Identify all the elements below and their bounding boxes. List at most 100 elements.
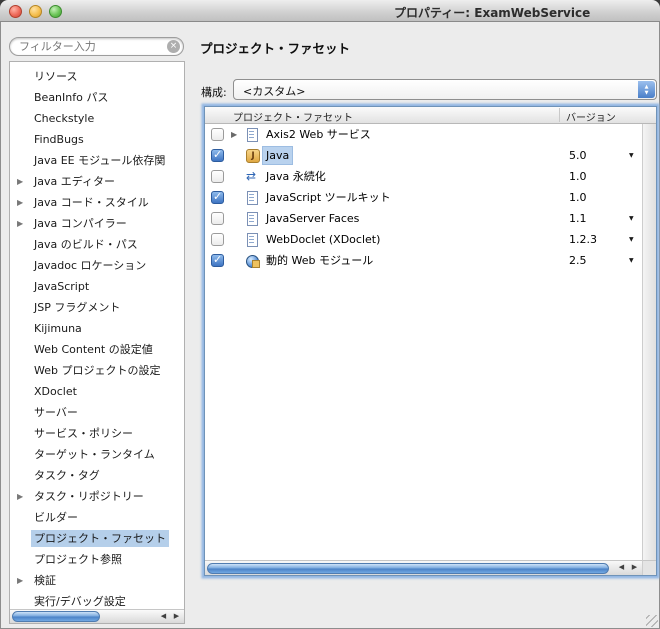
sidebar-item-java-editor[interactable]: Java エディター xyxy=(10,171,184,192)
scroll-left-arrow-icon[interactable] xyxy=(157,610,170,623)
sidebar-item-label: 実行/デバッグ設定 xyxy=(31,593,129,610)
sidebar-item-findbugs[interactable]: FindBugs xyxy=(10,129,184,150)
sidebar-item-label: Java EE モジュール依存関 xyxy=(31,152,168,169)
sidebar-item-jsp-fragment[interactable]: JSP フラグメント xyxy=(10,297,184,318)
sidebar-item-target-runtime[interactable]: ターゲット・ランタイム xyxy=(10,444,184,465)
sidebar-item-validation[interactable]: 検証 xyxy=(10,570,184,591)
facet-row-javascript[interactable]: JavaScript ツールキット 1.0 xyxy=(205,187,643,208)
sidebar-item-xdoclet[interactable]: XDoclet xyxy=(10,381,184,402)
facet-row-java[interactable]: Java 5.0 xyxy=(205,145,643,166)
sidebar-item-java-build-path[interactable]: Java のビルド・パス xyxy=(10,234,184,255)
facet-checkbox[interactable] xyxy=(211,233,224,246)
jpa-facet-icon xyxy=(246,170,259,183)
sidebar-item-resource[interactable]: リソース xyxy=(10,66,184,87)
facets-table: プロジェクト・ファセット バージョン Axis2 Web サービス Java 5… xyxy=(204,106,657,576)
facet-checkbox[interactable] xyxy=(211,170,224,183)
scroll-right-arrow-icon[interactable] xyxy=(628,561,641,574)
sidebar-item-java-compiler[interactable]: Java コンパイラー xyxy=(10,213,184,234)
sidebar-item-label: BeanInfo パス xyxy=(31,89,111,106)
facet-label: 動的 Web モジュール xyxy=(263,252,376,269)
axis2-facet-icon xyxy=(246,128,259,141)
sidebar-item-server[interactable]: サーバー xyxy=(10,402,184,423)
version-menu-arrow-icon[interactable] xyxy=(629,145,634,166)
sidebar-item-java-code-style[interactable]: Java コード・スタイル xyxy=(10,192,184,213)
facet-row-jsf[interactable]: JavaServer Faces 1.1 xyxy=(205,208,643,229)
scrollbar-thumb[interactable] xyxy=(207,563,609,574)
column-header-version[interactable]: バージョン xyxy=(566,109,616,124)
sidebar-item-project-facets[interactable]: プロジェクト・ファセット xyxy=(10,528,184,549)
facet-label: JavaServer Faces xyxy=(263,210,362,227)
sidebar-item-checkstyle[interactable]: Checkstyle xyxy=(10,108,184,129)
facet-row-axis2[interactable]: Axis2 Web サービス xyxy=(205,124,643,145)
sidebar-item-label: Java エディター xyxy=(31,173,118,190)
facet-label: WebDoclet (XDoclet) xyxy=(263,231,383,248)
scroll-right-arrow-icon[interactable] xyxy=(170,610,183,623)
disclosure-triangle-icon[interactable] xyxy=(17,192,23,213)
sidebar-item-project-references[interactable]: プロジェクト参照 xyxy=(10,549,184,570)
column-separator xyxy=(559,108,560,122)
sidebar-item-service-policy[interactable]: サービス・ポリシー xyxy=(10,423,184,444)
facet-version: 5.0 xyxy=(569,147,587,164)
facet-version: 1.2.3 xyxy=(569,231,597,248)
sidebar-item-web-content-settings[interactable]: Web Content の設定値 xyxy=(10,339,184,360)
facet-checkbox[interactable] xyxy=(211,212,224,225)
sidebar-item-label: Javadoc ロケーション xyxy=(31,257,149,274)
filter-field[interactable] xyxy=(9,37,184,56)
facet-checkbox[interactable] xyxy=(211,128,224,141)
disclosure-triangle-icon[interactable] xyxy=(17,171,23,192)
dynamic-web-module-facet-icon xyxy=(246,254,259,267)
sidebar-item-label: Java のビルド・パス xyxy=(31,236,141,253)
disclosure-triangle-icon[interactable] xyxy=(17,213,23,234)
scrollbar-thumb[interactable] xyxy=(12,611,100,622)
table-header: プロジェクト・ファセット バージョン xyxy=(205,107,656,124)
filter-clear-icon[interactable] xyxy=(167,40,180,53)
sidebar-item-web-project-settings[interactable]: Web プロジェクトの設定 xyxy=(10,360,184,381)
sidebar-item-label: Web Content の設定値 xyxy=(31,341,156,358)
table-horizontal-scrollbar[interactable] xyxy=(205,560,642,575)
sidebar-item-javascript[interactable]: JavaScript xyxy=(10,276,184,297)
sidebar-horizontal-scrollbar[interactable] xyxy=(10,609,184,623)
config-label: 構成: xyxy=(201,84,227,100)
config-dropdown[interactable]: <カスタム> ▲▼ xyxy=(233,79,657,100)
sidebar-item-beaninfo[interactable]: BeanInfo パス xyxy=(10,87,184,108)
facet-checkbox[interactable] xyxy=(211,149,224,162)
popup-arrows-icon: ▲▼ xyxy=(638,81,655,98)
disclosure-triangle-icon[interactable] xyxy=(17,486,23,507)
close-button[interactable] xyxy=(9,5,22,18)
facet-version: 2.5 xyxy=(569,252,587,269)
webdoclet-facet-icon xyxy=(246,233,259,246)
facet-checkbox[interactable] xyxy=(211,191,224,204)
facet-row-dynamic-web[interactable]: 動的 Web モジュール 2.5 xyxy=(205,250,643,271)
java-facet-icon xyxy=(246,149,259,162)
facet-row-webdoclet[interactable]: WebDoclet (XDoclet) 1.2.3 xyxy=(205,229,643,250)
resize-grip[interactable] xyxy=(646,615,658,627)
sidebar-item-label: サービス・ポリシー xyxy=(31,425,136,442)
zoom-button[interactable] xyxy=(49,5,62,18)
jsf-facet-icon xyxy=(246,212,259,225)
sidebar-item-label: Kijimuna xyxy=(31,320,85,337)
scroll-left-arrow-icon[interactable] xyxy=(615,561,628,574)
facet-label: JavaScript ツールキット xyxy=(263,189,394,206)
sidebar-item-label: ターゲット・ランタイム xyxy=(31,446,158,463)
disclosure-triangle-icon[interactable] xyxy=(231,124,237,145)
version-menu-arrow-icon[interactable] xyxy=(629,208,634,229)
facet-version: 1.1 xyxy=(569,210,587,227)
sidebar-item-task-repository[interactable]: タスク・リポジトリー xyxy=(10,486,184,507)
sidebar-item-javadoc-location[interactable]: Javadoc ロケーション xyxy=(10,255,184,276)
version-menu-arrow-icon[interactable] xyxy=(629,229,634,250)
disclosure-triangle-icon[interactable] xyxy=(17,570,23,591)
sidebar-list: リソース BeanInfo パス Checkstyle FindBugs Jav… xyxy=(9,61,185,624)
sidebar-item-builders[interactable]: ビルダー xyxy=(10,507,184,528)
sidebar-item-task-tags[interactable]: タスク・タグ xyxy=(10,465,184,486)
window-title: プロパティー: ExamWebService xyxy=(394,4,590,21)
version-menu-arrow-icon[interactable] xyxy=(629,250,634,271)
sidebar-item-label: JavaScript xyxy=(31,278,92,295)
filter-input[interactable] xyxy=(19,39,161,54)
sidebar-item-kijimuna[interactable]: Kijimuna xyxy=(10,318,184,339)
facet-row-jpa[interactable]: Java 永続化 1.0 xyxy=(205,166,643,187)
column-header-facet[interactable]: プロジェクト・ファセット xyxy=(233,109,353,124)
table-vertical-scrollbar[interactable] xyxy=(642,124,656,560)
sidebar-item-javaee-deps[interactable]: Java EE モジュール依存関 xyxy=(10,150,184,171)
minimize-button[interactable] xyxy=(29,5,42,18)
facet-checkbox[interactable] xyxy=(211,254,224,267)
